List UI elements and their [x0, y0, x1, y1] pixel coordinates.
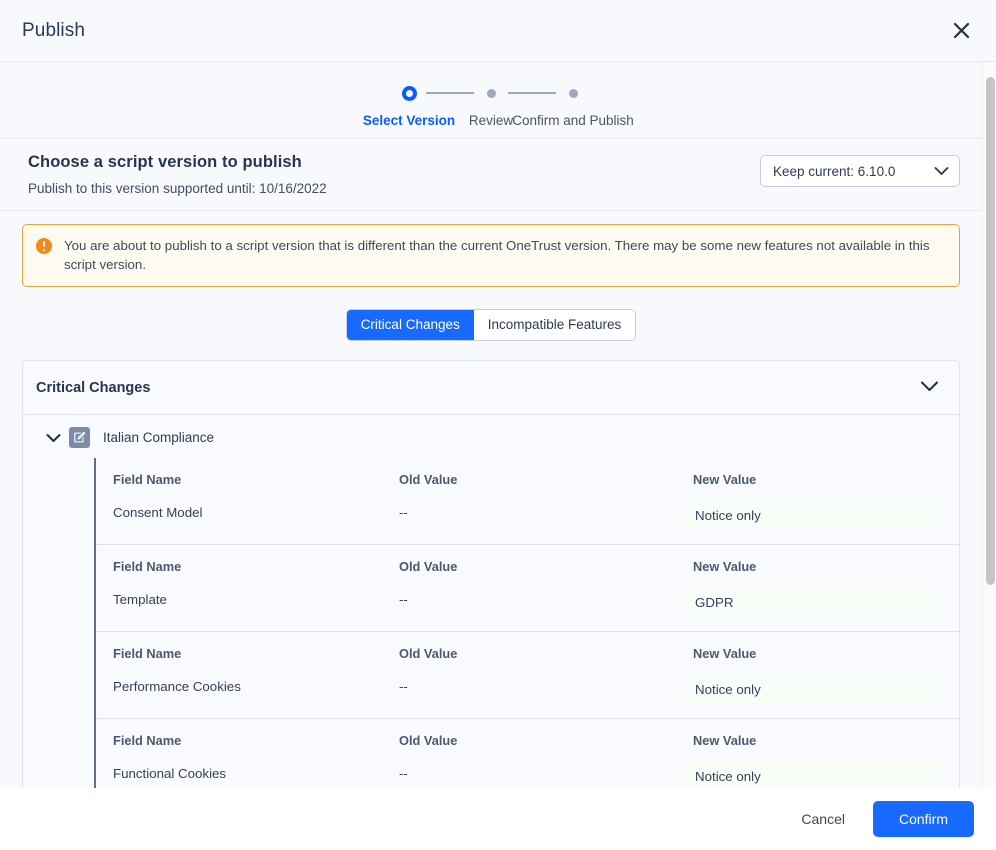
table-row-grid: Field NameOld ValueNew Value Performance … — [95, 632, 959, 718]
section-heading: Choose a script version to publish — [28, 153, 327, 172]
scrollbar-thumb[interactable] — [986, 77, 995, 585]
cell-new-value: Notice only — [685, 673, 941, 706]
cell-new-value: Notice only — [685, 499, 941, 532]
choose-version-text: Choose a script version to publish Publi… — [28, 153, 327, 196]
publish-modal: Publish Select Version Review — [0, 0, 996, 850]
cell-field-name: Consent Model — [113, 499, 399, 544]
cell-new-value: GDPR — [685, 586, 941, 619]
chevron-down-icon[interactable] — [45, 433, 61, 443]
cell-old-value: -- — [399, 760, 685, 788]
modal-footer: Cancel Confirm — [0, 788, 996, 850]
version-select[interactable]: Keep current: 6.10.0 — [760, 155, 960, 187]
table-row: Field NameOld ValueNew Value Performance … — [95, 632, 959, 719]
tree-row-italian-compliance[interactable]: Italian Compliance — [23, 415, 959, 458]
chevron-down-icon[interactable] — [920, 379, 939, 397]
step-label: Review — [469, 113, 513, 128]
table-row-grid: Field NameOld ValueNew Value Template--GD… — [95, 545, 959, 631]
table-row: Field NameOld ValueNew Value Template--GD… — [95, 545, 959, 632]
column-header-field-name: Field Name — [113, 733, 399, 760]
tab-incompatible-features[interactable]: Incompatible Features — [474, 310, 636, 340]
step-dot — [556, 82, 590, 104]
column-header-old-value: Old Value — [399, 733, 685, 760]
edit-square-icon — [69, 427, 90, 448]
cell-field-name: Performance Cookies — [113, 673, 399, 718]
column-header-field-name: Field Name — [113, 646, 399, 673]
cancel-button[interactable]: Cancel — [791, 803, 855, 835]
column-header-new-value: New Value — [685, 472, 941, 499]
tab-critical-changes[interactable]: Critical Changes — [347, 310, 474, 340]
table-row: Field NameOld ValueNew Value Functional C… — [95, 719, 959, 788]
step-dot — [474, 82, 508, 104]
column-header-old-value: Old Value — [399, 559, 685, 586]
modal-body: Select Version Review Confirm and Publis… — [0, 62, 996, 788]
column-header-old-value: Old Value — [399, 472, 685, 499]
modal-header: Publish — [0, 0, 996, 62]
version-select-value: Keep current: 6.10.0 — [773, 164, 895, 179]
scrollbar-track[interactable] — [982, 62, 996, 788]
confirm-button[interactable]: Confirm — [873, 801, 974, 837]
chevron-down-icon — [934, 164, 949, 179]
cell-field-name: Template — [113, 586, 399, 631]
column-header-field-name: Field Name — [113, 472, 399, 499]
cell-old-value: -- — [399, 586, 685, 631]
step-label: Select Version — [363, 113, 455, 128]
cell-field-name: Functional Cookies — [113, 760, 399, 788]
changes-toggle-wrap: Critical Changes Incompatible Features — [0, 287, 982, 360]
column-header-new-value: New Value — [685, 646, 941, 673]
table-row: Field NameOld ValueNew Value Consent Mode… — [95, 458, 959, 545]
tree-label: Italian Compliance — [103, 430, 214, 445]
column-header-field-name: Field Name — [113, 559, 399, 586]
step-label: Confirm and Publish — [512, 113, 634, 128]
table-row-grid: Field NameOld ValueNew Value Consent Mode… — [95, 458, 959, 544]
column-header-new-value: New Value — [685, 733, 941, 760]
tree-connector-line — [94, 458, 96, 788]
warning-banner: You are about to publish to a script ver… — [22, 224, 960, 287]
cell-old-value: -- — [399, 499, 685, 544]
close-icon[interactable] — [944, 14, 978, 48]
critical-changes-table-wrap: Field NameOld ValueNew ValueConsent Mode… — [23, 458, 959, 788]
changes-toggle-group: Critical Changes Incompatible Features — [346, 309, 637, 341]
column-header-old-value: Old Value — [399, 646, 685, 673]
warning-text: You are about to publish to a script ver… — [64, 236, 944, 274]
alert-circle-icon — [36, 238, 52, 254]
table-row-grid: Field NameOld ValueNew Value Functional C… — [95, 719, 959, 788]
critical-changes-header[interactable]: Critical Changes — [23, 361, 959, 415]
cell-old-value: -- — [399, 673, 685, 718]
section-subtext: Publish to this version supported until:… — [28, 181, 327, 196]
stepper: Select Version Review Confirm and Publis… — [0, 62, 982, 138]
scroll-content: Select Version Review Confirm and Publis… — [0, 62, 982, 788]
page-title: Publish — [22, 20, 85, 42]
step-dot — [392, 82, 426, 104]
choose-version-section: Choose a script version to publish Publi… — [0, 138, 982, 211]
column-header-new-value: New Value — [685, 559, 941, 586]
critical-changes-card: Critical Changes — [22, 360, 960, 788]
critical-changes-title: Critical Changes — [36, 380, 150, 396]
critical-changes-table: Field NameOld ValueNew ValueConsent Mode… — [95, 458, 959, 788]
cell-new-value: Notice only — [685, 760, 941, 788]
